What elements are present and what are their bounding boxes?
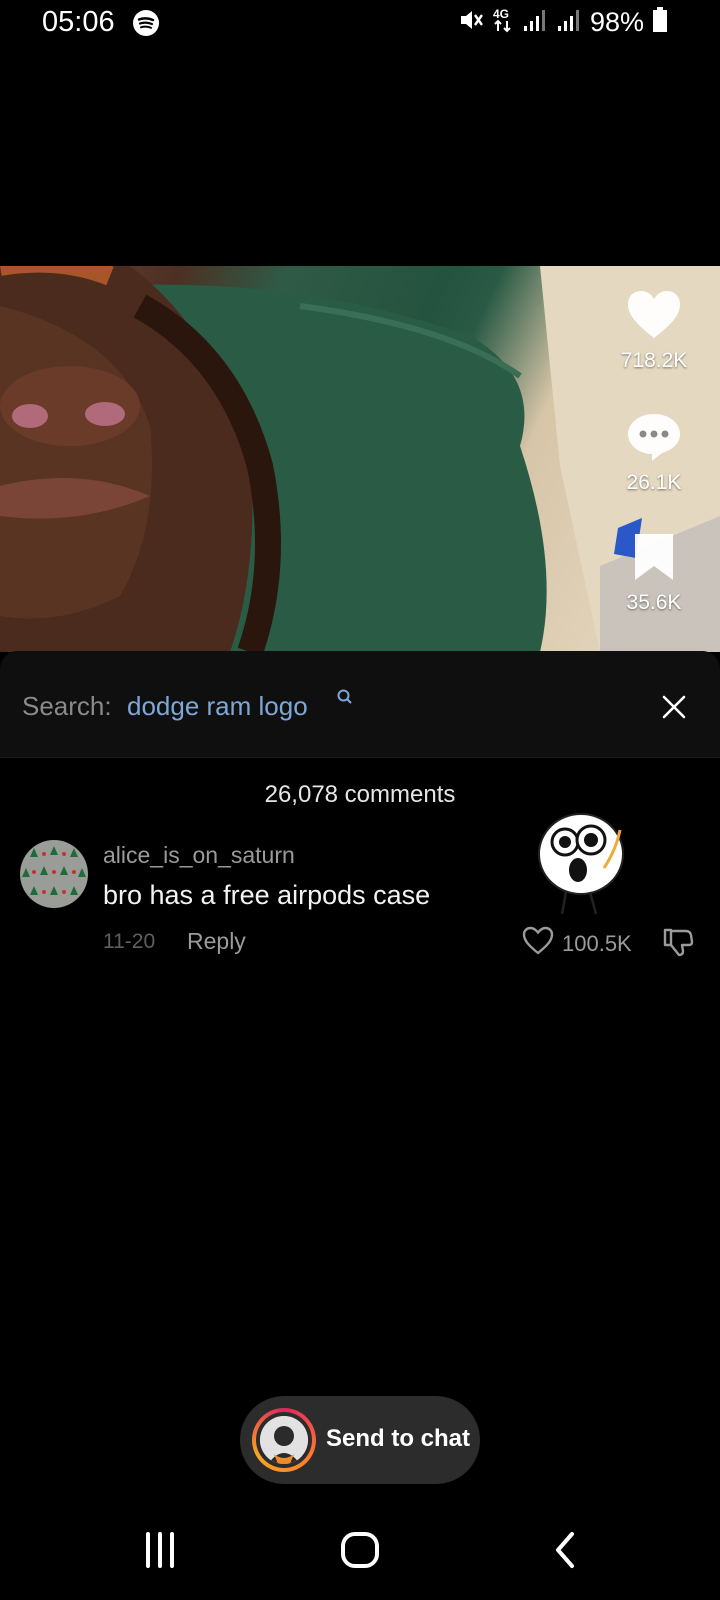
battery-percent: 98% (589, 7, 644, 37)
comment-username[interactable]: alice_is_on_saturn (103, 842, 295, 869)
bookmark-icon (631, 534, 677, 586)
comment-count-video: 26.1K (626, 471, 682, 494)
comment-date: 11-20 (103, 930, 156, 953)
search-suggestion-bar[interactable]: Search: dodge ram logo (0, 651, 720, 758)
dislike-icon[interactable] (662, 926, 694, 963)
search-term-link[interactable]: dodge ram logo (127, 691, 308, 722)
comment-text: bro has a free airpods case (103, 880, 431, 910)
svg-text:4G: 4G (493, 7, 509, 21)
system-nav-bar (0, 1518, 720, 1588)
reply-button[interactable]: Reply (187, 928, 246, 955)
recent-apps-icon[interactable] (140, 1530, 180, 1575)
bookmark-count: 35.6K (626, 591, 682, 614)
close-icon[interactable] (656, 689, 692, 725)
status-icons: 4G 98% (458, 6, 668, 39)
home-icon[interactable] (340, 1530, 380, 1575)
comment-item: alice_is_on_saturn bro has a free airpod… (0, 813, 720, 976)
comment-sticker (536, 810, 632, 923)
bookmark-video-button[interactable]: 35.6K (606, 532, 702, 615)
comments-count: 26,078 comments (264, 781, 456, 808)
comment-like-button[interactable]: 100.5K (522, 926, 632, 961)
status-time: 05:06 (42, 6, 115, 38)
4g-icon: 4G (492, 6, 514, 39)
like-video-button[interactable]: 718.2K (606, 290, 702, 373)
like-count: 718.2K (620, 349, 688, 372)
search-label: Search: (22, 691, 112, 721)
heart-outline-icon (522, 926, 554, 961)
back-icon[interactable] (546, 1530, 586, 1575)
spotify-icon (132, 9, 160, 42)
comment-like-count: 100.5K (562, 930, 632, 956)
mute-icon (458, 7, 484, 38)
comment-icon (626, 414, 682, 466)
comment-video-button[interactable]: 26.1K (606, 412, 702, 495)
search-icon (337, 689, 353, 710)
battery-icon (652, 7, 668, 38)
signal-icon (556, 8, 582, 37)
send-to-chat-label: Send to chat (326, 1425, 471, 1452)
status-bar: 05:06 4G 98% (0, 0, 720, 46)
send-to-chat-button[interactable]: Send to chat (240, 1396, 480, 1484)
signal-icon (522, 8, 548, 37)
heart-icon (626, 291, 682, 344)
avatar[interactable] (20, 840, 88, 908)
avatar (252, 1408, 316, 1472)
